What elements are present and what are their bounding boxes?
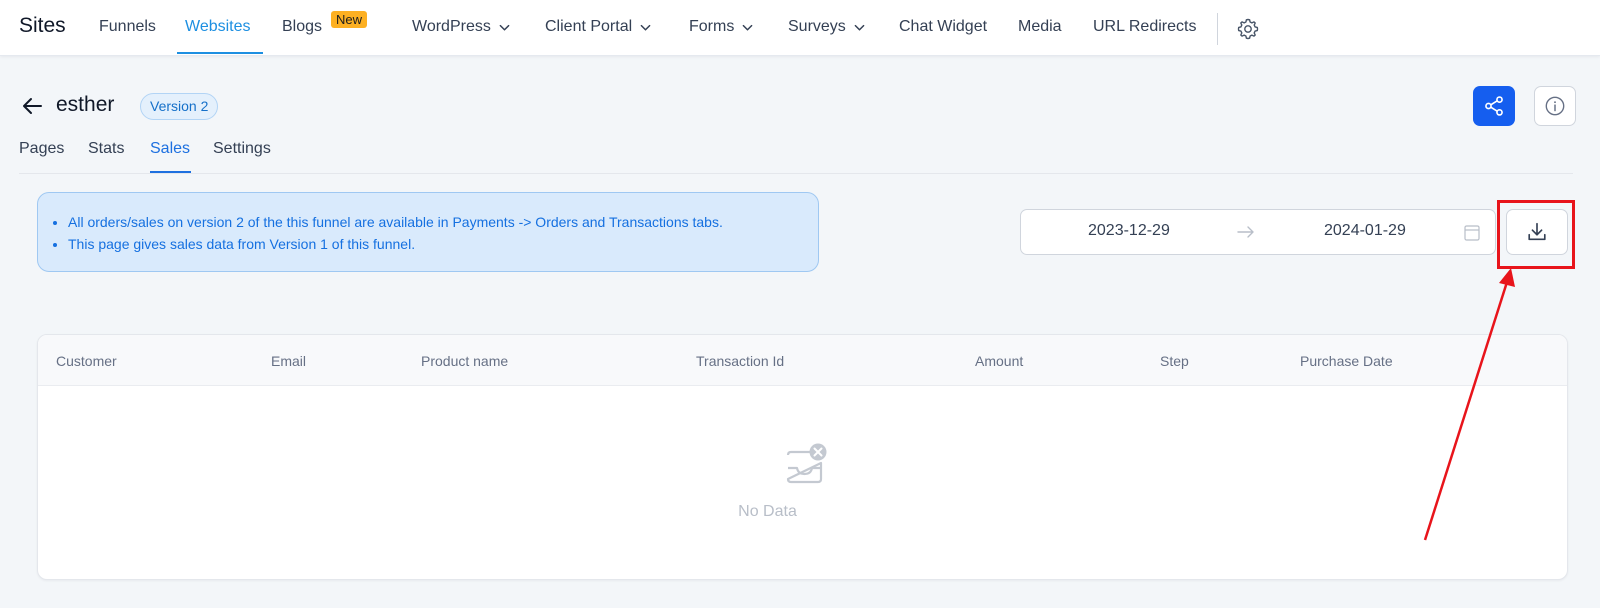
annotation-highlight-box	[1497, 200, 1575, 269]
tab-pages[interactable]: Pages	[19, 140, 64, 158]
chevron-down-icon	[640, 24, 651, 31]
date-range-picker[interactable]: 2023-12-29 2024-01-29	[1020, 209, 1496, 255]
top-navigation: Sites Funnels Websites Blogs New WordPre…	[0, 0, 1600, 56]
date-start-input[interactable]: 2023-12-29	[1088, 222, 1170, 240]
nav-item-label: Websites	[185, 18, 251, 35]
tab-stats[interactable]: Stats	[88, 140, 124, 158]
share-icon	[1485, 96, 1503, 116]
column-header-purchase-date[interactable]: Purchase Date	[1300, 353, 1393, 369]
column-header-customer[interactable]: Customer	[56, 353, 117, 369]
nav-item-url-redirects[interactable]: URL Redirects	[1093, 18, 1196, 36]
back-arrow-icon[interactable]	[20, 94, 44, 118]
info-notice-line: This page gives sales data from Version …	[68, 234, 818, 256]
nav-active-indicator	[177, 52, 263, 54]
nav-item-media[interactable]: Media	[1018, 18, 1062, 36]
arrow-right-icon	[1237, 226, 1254, 238]
column-header-step[interactable]: Step	[1160, 353, 1189, 369]
nav-item-label: WordPress	[412, 18, 491, 35]
column-header-product-name[interactable]: Product name	[421, 353, 508, 369]
nav-item-label: URL Redirects	[1093, 18, 1197, 35]
nav-item-label: Surveys	[788, 18, 846, 35]
empty-inbox-icon	[786, 443, 827, 484]
page-title: esther	[56, 93, 115, 116]
sales-table: Customer Email Product name Transaction …	[37, 334, 1568, 580]
app-brand: Sites	[19, 14, 66, 37]
tab-settings[interactable]: Settings	[213, 140, 271, 158]
column-header-amount[interactable]: Amount	[975, 353, 1023, 369]
info-icon	[1545, 96, 1565, 116]
nav-item-client-portal[interactable]: Client Portal	[545, 18, 651, 36]
chevron-down-icon	[499, 24, 510, 31]
nav-item-forms[interactable]: Forms	[689, 18, 753, 36]
nav-item-label: Blogs	[282, 18, 323, 35]
column-header-email[interactable]: Email	[271, 353, 306, 369]
info-notice-line: All orders/sales on version 2 of the thi…	[68, 212, 818, 234]
nav-item-wordpress[interactable]: WordPress	[412, 18, 510, 36]
nav-item-surveys[interactable]: Surveys	[788, 18, 865, 36]
calendar-icon	[1464, 225, 1480, 241]
share-button[interactable]	[1473, 86, 1515, 126]
tab-sales[interactable]: Sales	[150, 140, 190, 158]
nav-item-blogs[interactable]: Blogs	[282, 18, 322, 36]
empty-state-label: No Data	[738, 503, 797, 520]
chevron-down-icon	[854, 24, 865, 31]
nav-item-label: Client Portal	[545, 18, 633, 35]
nav-item-funnels[interactable]: Funnels	[99, 18, 156, 36]
nav-item-chat-widget[interactable]: Chat Widget	[899, 18, 987, 36]
version-badge: Version 2	[140, 93, 219, 120]
nav-item-label: Forms	[689, 18, 735, 35]
new-badge: New	[331, 11, 368, 28]
nav-item-label: Funnels	[99, 18, 156, 35]
info-button[interactable]	[1534, 86, 1576, 126]
nav-item-label: Media	[1018, 18, 1062, 35]
nav-item-label: Chat Widget	[899, 18, 988, 35]
nav-divider	[1217, 13, 1218, 45]
tabs-divider	[19, 173, 1573, 174]
table-header: Customer Email Product name Transaction …	[38, 335, 1567, 386]
info-notice: All orders/sales on version 2 of the thi…	[37, 192, 819, 272]
empty-state-text: No Data	[38, 503, 1567, 521]
date-end-input[interactable]: 2024-01-29	[1324, 222, 1406, 240]
column-header-transaction-id[interactable]: Transaction Id	[696, 353, 784, 369]
nav-item-websites[interactable]: Websites	[185, 18, 251, 36]
info-notice-list: All orders/sales on version 2 of the thi…	[68, 212, 818, 255]
chevron-down-icon	[742, 24, 753, 31]
gear-icon[interactable]	[1236, 17, 1260, 41]
